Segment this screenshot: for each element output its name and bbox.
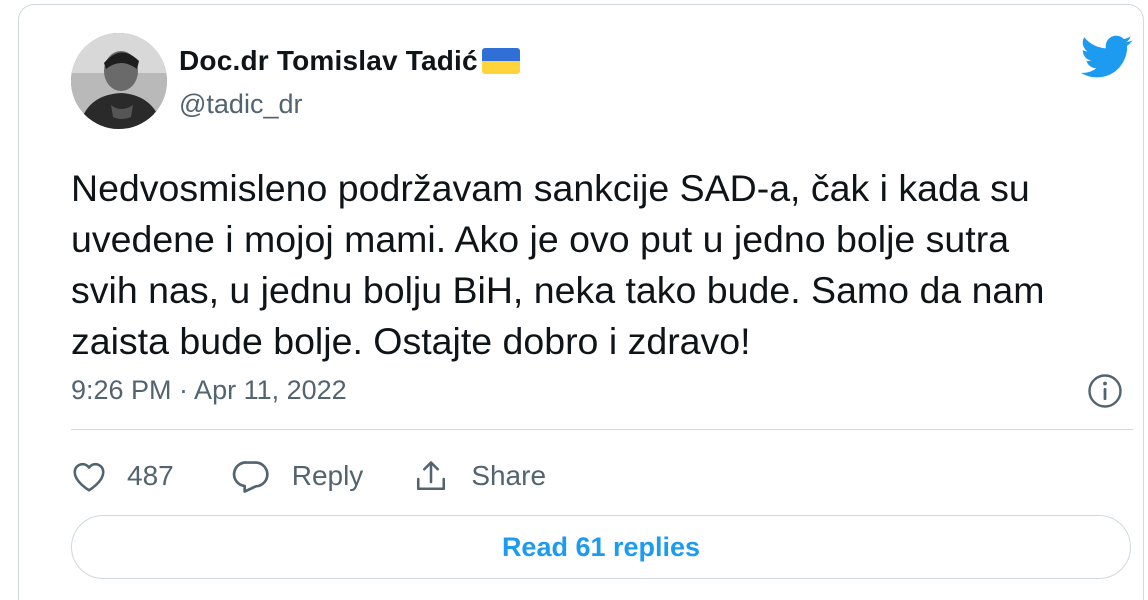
author-handle[interactable]: @tadic_dr (179, 89, 302, 120)
read-replies-button[interactable]: Read 61 replies (71, 515, 1131, 579)
ukraine-flag-icon (481, 48, 520, 74)
share-label: Share (471, 460, 547, 491)
avatar[interactable] (71, 33, 167, 129)
tweet-text-line: zaista bude bolje. Ostajte dobro i zdrav… (71, 320, 751, 362)
avatar-photo (71, 33, 167, 129)
divider (71, 429, 1133, 430)
tweet-text: Nedvosmisleno podržavam sankcije SAD-a, … (71, 163, 1141, 367)
heart-icon (73, 462, 105, 492)
author-display-name[interactable]: Doc.dr Tomislav Tadić (179, 45, 478, 77)
share-button[interactable]: Share (413, 458, 546, 494)
tweet-text-line: uvedene i mojoj mami. Ako je ovo put u j… (71, 218, 1010, 260)
info-icon[interactable] (1087, 373, 1123, 409)
like-count: 487 (127, 460, 174, 491)
twitter-bird-icon[interactable] (1081, 35, 1133, 79)
reply-label: Reply (291, 460, 364, 491)
tweet-actions: 487 Reply Share (71, 449, 546, 503)
tweet-text-line: svih nas, u jednu bolju BiH, neka tako b… (71, 269, 1045, 311)
tweet-text-line: Nedvosmisleno podržavam sankcije SAD-a, … (71, 167, 1030, 209)
share-icon (417, 461, 446, 491)
speech-bubble-icon (232, 461, 269, 493)
tweet-card: Doc.dr Tomislav Tadić @tadic_dr Nedvosmi… (18, 4, 1144, 600)
like-button[interactable]: 487 (71, 459, 174, 493)
tweet-timestamp[interactable]: 9:26 PM · Apr 11, 2022 (71, 375, 347, 406)
author-name-row: Doc.dr Tomislav Tadić (179, 45, 520, 77)
reply-button[interactable]: Reply (232, 458, 364, 494)
